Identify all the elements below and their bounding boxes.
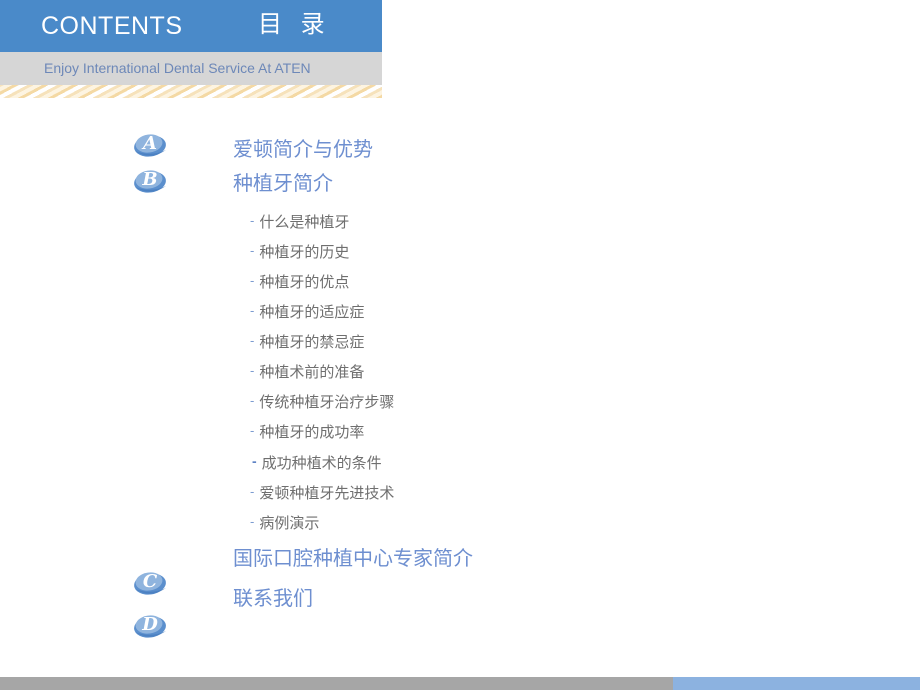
sub-item-label: 种植牙的优点: [259, 273, 350, 291]
decorative-stripe-band: [0, 85, 382, 98]
sub-item-label: 传统种植牙治疗步骤: [259, 393, 395, 411]
toc-section-label-a[interactable]: 爱顿简介与优势: [233, 136, 373, 162]
letter-b-icon: B: [131, 161, 171, 197]
subtitle-tagline: Enjoy International Dental Service At AT…: [44, 60, 311, 76]
svg-text:A: A: [141, 133, 157, 154]
letter-c-icon: C: [131, 563, 171, 599]
sub-item-bullet: -: [252, 453, 257, 469]
toc-sub-item-9[interactable]: - 爱顿种植牙先进技术: [250, 483, 394, 503]
toc-sub-item-3[interactable]: - 种植牙的适应症: [250, 302, 364, 322]
page-title-chinese: 目 录: [258, 11, 331, 38]
sub-item-label: 种植牙的适应症: [259, 303, 365, 321]
sub-item-label: 病例演示: [259, 514, 320, 532]
title-bar: CONTENTS 目 录: [0, 0, 382, 52]
sub-item-label: 什么是种植牙: [259, 213, 350, 231]
sub-item-bullet: -: [250, 393, 255, 408]
sub-item-bullet: -: [250, 484, 255, 499]
footer-bar-left-segment: [0, 677, 673, 690]
sub-item-label: 成功种植术的条件: [261, 454, 382, 472]
svg-text:C: C: [143, 571, 158, 592]
sub-item-bullet: -: [250, 273, 255, 288]
sub-item-label: 种植牙的历史: [259, 243, 350, 261]
toc-section-label-b[interactable]: 种植牙简介: [233, 170, 333, 196]
sub-item-bullet: -: [250, 213, 255, 228]
toc-sub-item-10[interactable]: - 病例演示: [250, 513, 319, 533]
sub-item-bullet: -: [250, 514, 255, 529]
svg-text:D: D: [141, 614, 158, 635]
sub-item-bullet: -: [250, 333, 255, 348]
sub-item-label: 种植牙的禁忌症: [259, 333, 365, 351]
page-title-english: CONTENTS: [41, 12, 183, 40]
toc-sub-item-2[interactable]: - 种植牙的优点: [250, 272, 349, 292]
toc-section-label-c[interactable]: 国际口腔种植中心专家简介: [233, 545, 473, 571]
sub-item-label: 爱顿种植牙先进技术: [259, 484, 395, 502]
footer-bar-right-segment: [673, 677, 920, 690]
letter-a-icon: A: [131, 125, 171, 161]
sub-item-bullet: -: [250, 243, 255, 258]
footer-bar: [0, 677, 920, 690]
toc-sub-item-6[interactable]: - 传统种植牙治疗步骤: [250, 392, 394, 412]
toc-sub-item-1[interactable]: - 种植牙的历史: [250, 242, 349, 262]
sub-item-bullet: -: [250, 423, 255, 438]
toc-sub-item-0[interactable]: - 什么是种植牙: [250, 212, 349, 232]
sub-item-label: 种植牙的成功率: [259, 423, 365, 441]
toc-sub-item-8[interactable]: - 成功种植术的条件: [252, 453, 382, 473]
subtitle-bar: Enjoy International Dental Service At AT…: [0, 52, 382, 85]
sub-item-label: 种植术前的准备: [259, 363, 365, 381]
svg-text:B: B: [141, 169, 157, 190]
letter-d-icon: D: [131, 606, 171, 642]
toc-section-label-d[interactable]: 联系我们: [233, 585, 313, 611]
sub-item-bullet: -: [250, 303, 255, 318]
toc-sub-item-4[interactable]: - 种植牙的禁忌症: [250, 332, 364, 352]
toc-sub-item-7[interactable]: - 种植牙的成功率: [250, 422, 364, 442]
slide-header: CONTENTS 目 录 Enjoy International Dental …: [0, 0, 382, 98]
toc-sub-item-5[interactable]: - 种植术前的准备: [250, 362, 364, 382]
sub-item-bullet: -: [250, 363, 255, 378]
